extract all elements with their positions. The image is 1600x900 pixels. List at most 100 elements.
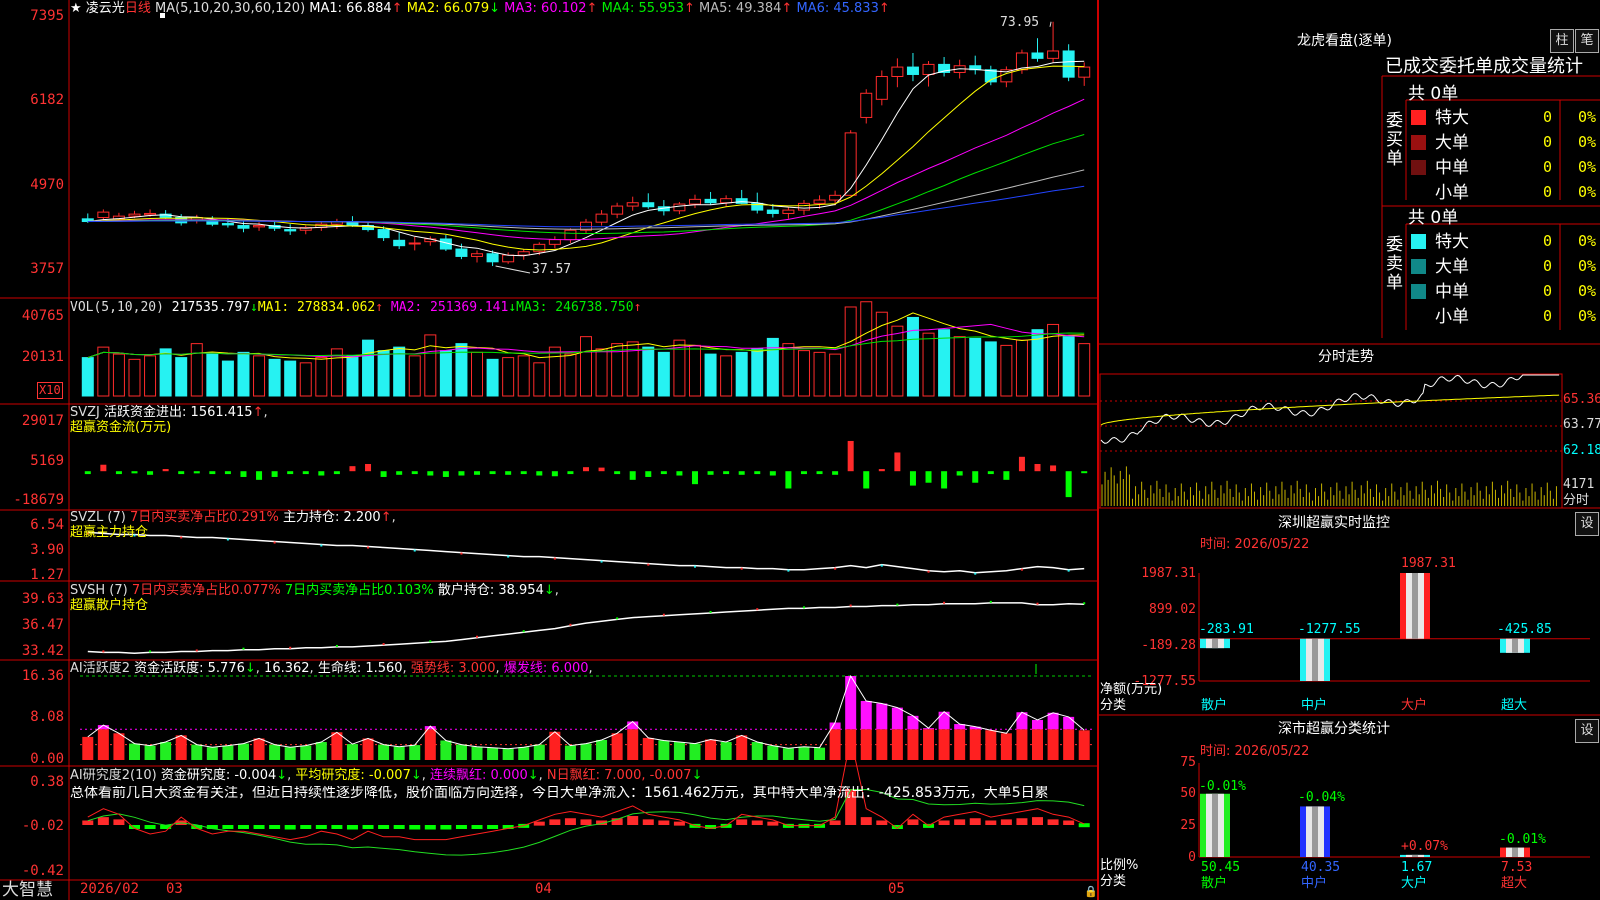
- research-bar: [346, 825, 358, 830]
- volume-bar: [1015, 339, 1028, 397]
- price-candle: [813, 199, 826, 204]
- act-bar: [393, 746, 405, 760]
- monitor-ytick-1: 1987.31: [1141, 566, 1196, 581]
- research-bar: [393, 825, 405, 829]
- act-bar: [284, 747, 296, 760]
- ma4-arrow: ↑: [683, 1, 695, 16]
- buy-legend-swatch: [1411, 135, 1426, 150]
- svsh-hold: 散户持仓: 38.954: [437, 583, 544, 598]
- xaxis-label-2: 03: [166, 881, 183, 897]
- buy-row-value: 0: [1543, 158, 1553, 176]
- research-bar: [1063, 820, 1075, 825]
- act-value2: 16.362: [264, 661, 310, 676]
- class-settings-button[interactable]: 设: [1575, 719, 1599, 743]
- volume-bar: [829, 353, 842, 397]
- period-label[interactable]: 日线: [125, 1, 151, 16]
- sell-row-value: 0: [1543, 307, 1553, 325]
- res-header: AI研究度2(10) 资金研究度: -0.004↓, 平均研究度: -0.007…: [70, 768, 703, 783]
- research-bar: [829, 820, 841, 825]
- tick-mode-button[interactable]: 笔: [1575, 29, 1599, 53]
- research-bar: [767, 821, 779, 826]
- sell-row-pct: 0%: [1578, 307, 1597, 325]
- price-candle: [486, 253, 499, 263]
- svzj-label: 活跃资金进出: 1561.415: [104, 405, 253, 420]
- svzj-bar: [271, 471, 278, 477]
- svsh-ytick-1: 39.63: [21, 591, 64, 607]
- volume-bar: [112, 353, 125, 397]
- volume-bar: [720, 355, 733, 397]
- monitor-value-label: -425.85: [1497, 622, 1552, 637]
- price-candle: [1031, 52, 1044, 59]
- act-bar: [300, 745, 312, 760]
- volume-bar: [548, 346, 561, 397]
- research-bar: [253, 825, 265, 829]
- svzj-bar: [147, 471, 154, 475]
- volume-bar: [315, 357, 328, 397]
- bar-mode-button[interactable]: 柱: [1550, 29, 1574, 53]
- volume-bar: [704, 353, 717, 397]
- volume-bar: [97, 346, 110, 397]
- volume-bar: [642, 346, 655, 397]
- svzj-bar: [785, 471, 792, 489]
- svzj-bar: [380, 471, 387, 477]
- vol-ytick-2: 20131: [21, 349, 64, 365]
- intraday-ytick-1: 65.36: [1563, 392, 1600, 407]
- svzj-bar: [240, 471, 247, 477]
- volume-bar: [206, 353, 219, 397]
- svzj-bar: [1003, 471, 1010, 480]
- monitor-bar-shade: [1512, 638, 1518, 653]
- research-bar: [549, 819, 561, 825]
- svsh-title: SVSH (7): [70, 583, 128, 598]
- research-bar: [876, 820, 888, 825]
- research-bar: [969, 818, 981, 825]
- monitor-category: 大户: [1401, 698, 1428, 713]
- ma5-arrow: ↑: [781, 1, 793, 16]
- act-bar: [751, 742, 763, 760]
- research-bar: [144, 825, 156, 829]
- class-yunit: 比例%: [1100, 858, 1139, 873]
- svzj-bar: [489, 471, 496, 475]
- research-bar: [985, 820, 997, 825]
- vol-ma2: MA2: 251369.141: [390, 300, 509, 315]
- svzj-bar: [287, 471, 294, 475]
- research-bar: [424, 825, 436, 830]
- svzj-bar: [1081, 471, 1088, 474]
- volume-bar: [1078, 343, 1091, 397]
- act-bar-top: [1047, 712, 1059, 730]
- act-bar: [455, 744, 467, 760]
- buy-legend-swatch: [1411, 160, 1426, 175]
- research-bar: [736, 819, 748, 825]
- price-candle: [875, 75, 888, 100]
- intraday-vol-label: 4171: [1563, 477, 1595, 492]
- volume-bar: [657, 351, 670, 397]
- res-research-arrow: ↓: [276, 768, 288, 783]
- monitor-yunit: 净额(万元): [1100, 682, 1163, 697]
- star-icon[interactable]: ★: [70, 1, 82, 16]
- act-bar: [736, 735, 748, 760]
- monitor-value-label: 1987.31: [1401, 556, 1456, 571]
- monitor-settings-button[interactable]: 设: [1575, 512, 1599, 536]
- sell-legend-swatch: [1411, 234, 1426, 249]
- svzj-bar: [629, 471, 636, 480]
- svzj-bar: [458, 471, 465, 476]
- class-bar-shade: [1412, 854, 1418, 857]
- svzj-bar: [738, 471, 745, 475]
- research-bar: [564, 818, 576, 825]
- volume-bar: [735, 351, 748, 397]
- svzj-bar: [302, 471, 309, 475]
- sell-row-value: 0: [1543, 282, 1553, 300]
- svzj-bar: [723, 471, 730, 475]
- act-bar: [720, 742, 732, 760]
- svzj-bar: [115, 471, 122, 475]
- monitor-bar-shade: [1312, 638, 1318, 681]
- volume-bar: [564, 353, 577, 397]
- research-bar: [440, 825, 452, 830]
- svzj-bar: [224, 471, 231, 475]
- class-bottom-label: 1.67: [1401, 860, 1433, 875]
- act-header: AI活跃度2 资金活跃度: 5.776↓, 16.362, 生命线: 1.560…: [70, 661, 593, 676]
- svzl-net: 7日内买卖净占比0.291%: [129, 510, 279, 525]
- price-candle: [144, 212, 157, 216]
- volume-bar: [922, 332, 935, 397]
- price-candle: [377, 229, 390, 239]
- lock-icon[interactable]: 🔒: [1084, 884, 1098, 899]
